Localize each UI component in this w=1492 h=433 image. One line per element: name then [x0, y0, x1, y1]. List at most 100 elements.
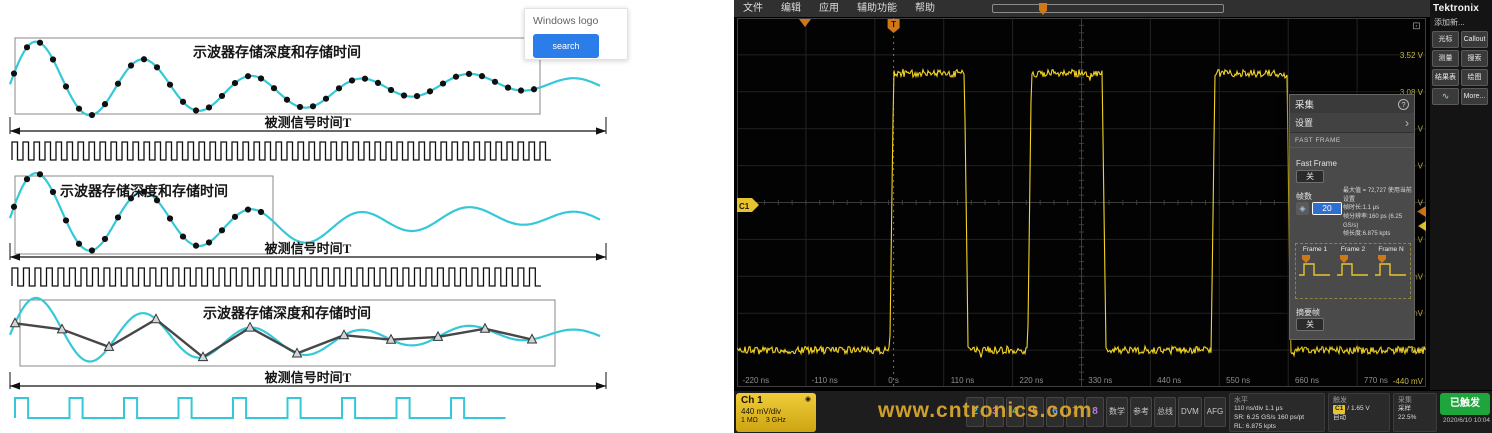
sample-dot [401, 92, 407, 98]
frame-count-spinner[interactable]: ◈ 20 [1296, 202, 1342, 215]
run-column: 已触发 2020/6/10 10:04 [1440, 393, 1490, 432]
frame-count-input[interactable]: 20 [1312, 202, 1342, 215]
channel-1-name: Ch 1 [741, 395, 763, 406]
panel-header: 采集 ? [1290, 95, 1414, 113]
add-new-label[interactable]: 添加新... [1430, 14, 1492, 31]
sample-dot [193, 243, 199, 249]
sample-dot [89, 247, 95, 253]
chevron-right-icon: › [1405, 116, 1409, 130]
sample-dot [63, 83, 69, 89]
rising-slope-icon: / [1347, 405, 1349, 412]
diagram3-arrow-label: 被测信号时间T [265, 367, 352, 386]
channel-1-badge[interactable]: Ch 1 ◉ 440 mV/div 1 MΩ 3 GHz [736, 393, 816, 432]
spinner-icon[interactable]: ◈ [1296, 202, 1309, 215]
menu-item-帮助[interactable]: 帮助 [906, 0, 944, 17]
x-axis-label: 660 ns [1295, 376, 1319, 385]
summary-frame-label: 摘要帧 [1296, 307, 1320, 318]
settings-row[interactable]: 设置 › [1290, 113, 1414, 133]
menu-item-应用[interactable]: 应用 [810, 0, 848, 17]
y-axis-label: 3.52 V [1400, 51, 1424, 60]
horizontal-line: RL: 6.875 kpts [1234, 423, 1320, 432]
side-button-绘图[interactable]: 绘图 [1461, 69, 1488, 86]
side-button-光标[interactable]: 光标 [1432, 31, 1459, 48]
horizontal-line: SR: 6.25 GS/s 160 ps/pt [1234, 414, 1320, 423]
fastframe-label: Fast Frame [1296, 159, 1337, 168]
sample-dot [11, 70, 17, 76]
side-button-测量[interactable]: 测量 [1432, 50, 1459, 67]
sample-dot [167, 82, 173, 88]
acquisition-title: 采集 [1398, 395, 1432, 405]
sample-dot [193, 107, 199, 113]
side-button-结果表[interactable]: 结果表 [1432, 69, 1459, 86]
sample-dot [518, 87, 524, 93]
sample-dot [505, 85, 511, 91]
menu-item-编辑[interactable]: 编辑 [772, 0, 810, 17]
plot-icon-button[interactable]: ∿ [1432, 88, 1459, 105]
arrowhead-right [596, 127, 606, 134]
sample-dot [284, 97, 290, 103]
watermark: www.cntronics.com [878, 399, 1093, 423]
panel-title: 采集 [1295, 97, 1314, 111]
probe-icon: ◉ [805, 395, 811, 406]
x-axis-label: 110 ns [951, 376, 974, 385]
frame-pulse-icon [1336, 253, 1370, 284]
tooltip-text: Windows logo [533, 15, 619, 27]
trigger-flag[interactable]: T [888, 19, 900, 33]
sample-dot [76, 106, 82, 112]
sample-dot [206, 239, 212, 245]
horizontal-title: 水平 [1234, 395, 1320, 405]
button-总线[interactable]: 总线 [1154, 397, 1176, 427]
side-buttons: 光标Callout测量搜索结果表绘图∿More... [1430, 31, 1492, 105]
trigger-info-box[interactable]: 触发 C1/ 1.65 V 自动 [1328, 393, 1390, 432]
diagrams-panel: 示波器存储深度和存储时间 示波器存储深度和存储时间 示波器存储深度和存储时间 被… [0, 0, 734, 433]
zoom-box-icon[interactable]: ⊡ [1410, 20, 1423, 33]
x-axis-label: 220 ns [1019, 376, 1043, 385]
side-button-Callout[interactable]: Callout [1461, 31, 1488, 48]
sample-dot [50, 189, 56, 195]
run-status-button[interactable]: 已触发 [1440, 393, 1490, 415]
tektronix-logo: Tektronix [1430, 0, 1492, 14]
sample-dot [37, 171, 43, 177]
menu-item-辅助功能[interactable]: 辅助功能 [848, 0, 906, 17]
clock-train [12, 268, 541, 286]
trigger-level: 1.65 V [1351, 405, 1370, 412]
trigger-level-marker [1417, 206, 1426, 217]
sample-dot [453, 74, 459, 80]
menu-item-文件[interactable]: 文件 [734, 0, 772, 17]
oscilloscope-app: 文件编辑应用辅助功能帮助 Tektronix 添加新... 光标Callout测… [734, 0, 1492, 433]
help-icon[interactable]: ? [1398, 99, 1409, 110]
button-AFG[interactable]: AFG [1204, 397, 1226, 427]
horizontal-position-bar[interactable] [992, 4, 1224, 13]
info-line: 帧分辨率:160 ps (6.25 GS/s) [1343, 213, 1412, 230]
acquisition-info-box[interactable]: 采集 采样 22.5% [1393, 393, 1437, 432]
channel-1-position-marker[interactable]: C1 [737, 198, 759, 212]
button-参考[interactable]: 参考 [1130, 397, 1152, 427]
side-button-More...[interactable]: More... [1461, 88, 1488, 105]
side-button-搜索[interactable]: 搜索 [1461, 50, 1488, 67]
sample-dot [50, 56, 56, 62]
trigger-position-marker[interactable] [1039, 3, 1047, 15]
sample-dot [102, 236, 108, 242]
info-line: 帧时长:1.1 μs [1343, 204, 1412, 213]
frame-label: Frame N [1374, 246, 1408, 253]
sample-dot [89, 112, 95, 118]
summary-frame-toggle[interactable]: 关 [1296, 318, 1324, 331]
button-DVM[interactable]: DVM [1178, 397, 1202, 427]
horizontal-info-box[interactable]: 水平 110 ns/div 1.1 μs SR: 6.25 GS/s 160 p… [1229, 393, 1325, 432]
sample-dot [531, 86, 537, 92]
waveform-display[interactable]: -220 ns-110 ns0 s110 ns220 ns330 ns440 n… [737, 18, 1426, 387]
diagrams-canvas [0, 0, 734, 433]
sample-dot [154, 64, 160, 70]
frame-label: Frame 2 [1336, 246, 1370, 253]
button-数学[interactable]: 数学 [1106, 397, 1128, 427]
channel-1-scale: 440 mV/div [741, 407, 811, 416]
sample-dot [128, 62, 134, 68]
fastframe-toggle[interactable]: 关 [1296, 170, 1324, 183]
tooltip-button[interactable]: search [533, 34, 599, 58]
sample-dot [349, 77, 355, 83]
clock-train [15, 398, 506, 418]
info-line: 最大值 = 72,727 使用当前设置 [1343, 187, 1412, 204]
frame-pulse-icon [1298, 253, 1332, 284]
sample-dot [323, 96, 329, 102]
sample-dot [115, 81, 121, 87]
